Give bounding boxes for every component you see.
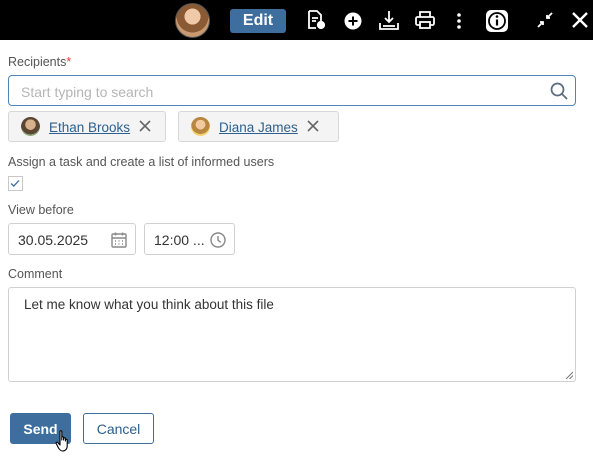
comment-text: Let me know what you think about this fi… (24, 297, 274, 312)
date-value: 30.05.2025 (18, 232, 89, 248)
date-field[interactable]: 30.05.2025 (8, 223, 136, 255)
avatar (191, 117, 210, 136)
user-avatar[interactable] (175, 3, 210, 38)
collapse-icon[interactable] (534, 9, 556, 33)
print-icon[interactable] (414, 9, 436, 33)
avatar (21, 117, 40, 136)
comment-textarea[interactable]: Let me know what you think about this fi… (8, 287, 576, 382)
edit-button[interactable]: Edit (230, 9, 286, 33)
more-vertical-icon[interactable] (448, 9, 470, 33)
close-icon[interactable] (569, 9, 591, 33)
top-toolbar: Edit (0, 0, 593, 40)
calendar-icon[interactable] (110, 231, 128, 249)
clock-icon[interactable] (209, 231, 227, 249)
required-mark: * (66, 55, 72, 69)
recipients-search[interactable] (8, 75, 576, 106)
recipient-chip: Ethan Brooks (8, 111, 166, 142)
remove-recipient-icon[interactable] (306, 119, 320, 133)
recipients-label: Recipients* (8, 55, 71, 69)
recipient-chip: Diana James (178, 111, 339, 142)
recipient-name[interactable]: Diana James (219, 120, 298, 135)
search-icon[interactable] (549, 81, 569, 101)
hand-cursor-icon (55, 430, 68, 452)
view-before-label: View before (8, 203, 74, 217)
assign-task-checkbox[interactable] (8, 176, 23, 191)
assign-task-label: Assign a task and create a list of infor… (8, 155, 275, 169)
download-icon[interactable] (378, 9, 400, 33)
document-settings-icon[interactable] (305, 9, 327, 33)
add-icon[interactable] (342, 9, 364, 33)
cancel-button[interactable]: Cancel (83, 413, 154, 444)
remove-recipient-icon[interactable] (138, 119, 152, 133)
info-icon[interactable] (485, 9, 509, 33)
time-value: 12:00 ... (154, 232, 205, 248)
resize-grip-icon[interactable] (565, 371, 573, 379)
time-field[interactable]: 12:00 ... (144, 223, 235, 255)
recipients-search-input[interactable] (19, 81, 543, 103)
comment-label: Comment (8, 267, 63, 281)
recipients-label-text: Recipients (8, 55, 67, 69)
recipient-name[interactable]: Ethan Brooks (49, 120, 130, 135)
